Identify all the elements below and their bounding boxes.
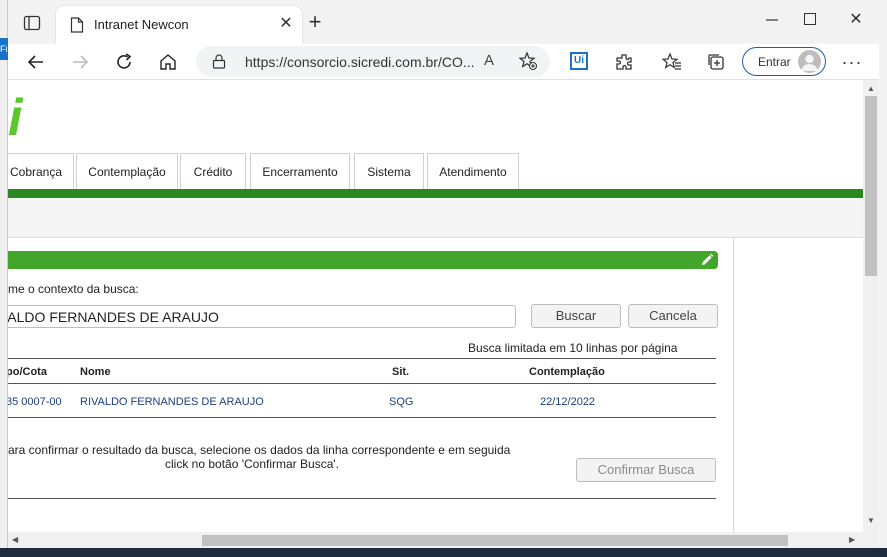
confirm-instructions-line1: ara confirmar o resultado da busca, sele…: [8, 443, 511, 457]
limit-note: Busca limitada em 10 linhas por página: [468, 341, 678, 355]
home-icon[interactable]: [156, 50, 180, 74]
maximize-icon[interactable]: [804, 13, 816, 25]
confirm-instructions-line2: click no botão 'Confirmar Busca'.: [165, 457, 339, 471]
scroll-up-icon[interactable]: ▲: [867, 84, 875, 93]
cell-sit: SQG: [389, 396, 414, 408]
sign-in-button[interactable]: Entrar: [742, 47, 826, 76]
sub-menu-band: [8, 198, 863, 238]
scroll-left-icon[interactable]: ◀: [12, 535, 18, 544]
cancela-button[interactable]: Cancela: [628, 304, 718, 328]
refresh-icon[interactable]: [112, 50, 136, 74]
page-viewport: i Cobrança Contemplação Crédito Encerram…: [8, 80, 863, 532]
read-aloud-icon[interactable]: A: [484, 52, 494, 69]
buscar-button[interactable]: Buscar: [531, 304, 621, 328]
menu-tab-encerramento[interactable]: Encerramento: [250, 153, 350, 189]
address-bar[interactable]: https://consorcio.sicredi.com.br/CO... A: [196, 46, 550, 77]
pencil-icon[interactable]: [700, 253, 714, 267]
window-right-edge: [879, 44, 887, 548]
right-pane: [733, 238, 863, 532]
lock-icon[interactable]: [212, 54, 226, 69]
scroll-down-icon[interactable]: ▼: [867, 516, 875, 525]
cell-nome[interactable]: RIVALDO FERNANDES DE ARAUJO: [80, 396, 264, 408]
scrollbar-corner: [863, 532, 879, 548]
confirmar-busca-button[interactable]: Confirmar Busca: [576, 458, 716, 482]
cell-contemplacao: 22/12/2022: [540, 396, 596, 408]
menu-underline-bar: [8, 189, 863, 198]
search-context-input[interactable]: VALDO FERNANDES DE ARAUJO: [8, 305, 516, 328]
vertical-scrollbar[interactable]: ▲ ▼: [863, 80, 879, 532]
minimize-icon[interactable]: [762, 10, 782, 30]
menu-tab-credito[interactable]: Crédito: [180, 153, 246, 189]
column-header-cota: po/Cota: [8, 366, 47, 378]
column-header-nome: Nome: [80, 366, 111, 378]
cell-cota: 35 0007-00: [8, 396, 62, 408]
page-icon: [70, 17, 84, 33]
left-app-strip: Fi: [0, 0, 8, 557]
menu-tab-atendimento[interactable]: Atendimento: [427, 153, 519, 189]
horizontal-scroll-thumb[interactable]: [202, 535, 788, 546]
browser-toolbar: https://consorcio.sicredi.com.br/CO... A…: [8, 44, 887, 80]
search-input-value: VALDO FERNANDES DE ARAUJO: [8, 309, 219, 325]
favorites-icon[interactable]: [660, 50, 684, 74]
bottom-divider: [8, 498, 716, 499]
results-table-header: po/Cota Nome Sit. Contemplação: [8, 358, 716, 384]
tab-close-icon[interactable]: ✕: [278, 16, 294, 32]
sign-in-label: Entrar: [758, 55, 791, 69]
search-context-label: me o contexto da busca:: [8, 282, 139, 296]
back-icon[interactable]: [24, 50, 48, 74]
menu-tab-cobranca[interactable]: Cobrança: [8, 153, 74, 189]
vertical-scroll-thumb[interactable]: [865, 96, 877, 276]
more-options-icon[interactable]: ···: [840, 50, 864, 74]
logo: i: [8, 89, 23, 147]
tab-actions-icon[interactable]: [22, 13, 42, 33]
window-close-icon[interactable]: ✕: [846, 10, 866, 30]
scroll-right-icon[interactable]: ▶: [849, 535, 855, 544]
column-header-sit: Sit.: [392, 366, 410, 378]
desktop-bottom-edge: [0, 548, 887, 557]
collections-icon[interactable]: [704, 50, 728, 74]
menu-tab-contemplacao[interactable]: Contemplação: [76, 153, 178, 189]
menu-tab-sistema[interactable]: Sistema: [354, 153, 424, 189]
table-row[interactable]: 35 0007-00 RIVALDO FERNANDES DE ARAUJO S…: [8, 386, 716, 418]
extensions-icon[interactable]: [612, 50, 636, 74]
browser-tab[interactable]: Intranet Newcon ✕: [56, 6, 302, 44]
title-bar: Intranet Newcon ✕ + ✕: [8, 0, 887, 44]
url-text: https://consorcio.sicredi.com.br/CO...: [245, 54, 475, 70]
column-header-contemplacao: Contemplação: [529, 366, 605, 378]
forward-icon[interactable]: [68, 50, 92, 74]
left-strip-label: Fi: [0, 38, 8, 60]
horizontal-scrollbar[interactable]: ◀ ▶: [8, 532, 863, 548]
add-favorite-icon[interactable]: [518, 51, 538, 71]
panel-header: [8, 251, 718, 269]
avatar-icon: [798, 50, 821, 73]
new-tab-icon[interactable]: +: [304, 11, 326, 34]
ui-extension-icon[interactable]: Ui: [570, 52, 588, 70]
tab-title: Intranet Newcon: [94, 17, 189, 32]
